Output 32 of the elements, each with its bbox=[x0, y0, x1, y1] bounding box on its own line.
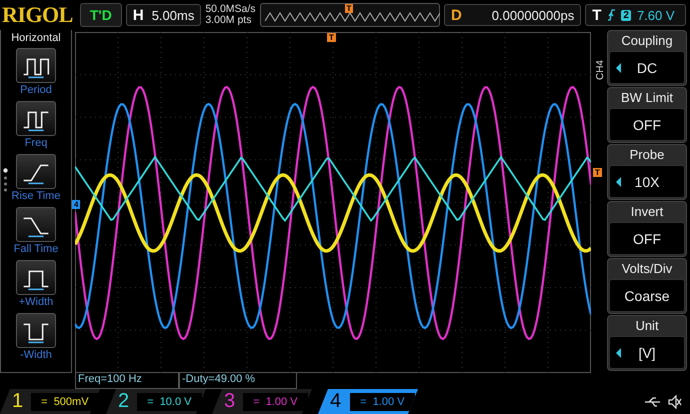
trigger-position-marker: T bbox=[327, 33, 336, 42]
brand-logo: RIGOL bbox=[2, 2, 73, 28]
usb-icon bbox=[644, 396, 662, 406]
trigger-position-marker: T bbox=[344, 4, 354, 13]
channel-offset-marker: 4 bbox=[72, 200, 80, 209]
selector-arrow-icon bbox=[616, 177, 621, 187]
channel-button[interactable]: 3 = 1.00 V bbox=[212, 389, 312, 414]
trigger-panel: T 2 7.60 V bbox=[585, 4, 686, 26]
page-dots-icon bbox=[3, 168, 8, 192]
speaker-muted-icon bbox=[668, 394, 682, 408]
menu-softkey[interactable]: Unit [V] bbox=[607, 315, 687, 371]
channel-button[interactable]: 1 = 500mV bbox=[0, 389, 100, 414]
timebase-panel: H 5.00ms bbox=[126, 4, 202, 26]
menu-softkey[interactable]: Invert OFF bbox=[607, 201, 687, 257]
menu-softkey[interactable]: Volts/Div Coarse bbox=[607, 258, 687, 314]
menu-softkey[interactable]: Probe 10X bbox=[607, 144, 687, 200]
memory-depth: 3.00M pts bbox=[205, 15, 252, 26]
channel-button[interactable]: 2 = 10.0 V bbox=[106, 389, 206, 414]
selector-arrow-icon bbox=[616, 63, 621, 73]
delay-panel: D 0.00000000ps bbox=[444, 4, 582, 26]
menu-softkey[interactable]: Coupling DC bbox=[607, 30, 687, 86]
menu-title: Horizontal bbox=[11, 31, 61, 46]
sample-rate: 50.0MSa/s bbox=[205, 4, 256, 15]
memory-waveform-icon bbox=[264, 12, 440, 22]
trigger-source: 2 bbox=[621, 10, 631, 20]
menu-softkey[interactable]: BW Limit OFF bbox=[607, 87, 687, 143]
channel-label: CH4 bbox=[594, 60, 606, 80]
selector-arrow-icon bbox=[616, 348, 621, 358]
run-status: T'D bbox=[80, 3, 122, 27]
trigger-level-marker: T bbox=[593, 168, 602, 177]
rising-edge-icon bbox=[607, 9, 616, 21]
channel-button[interactable]: 4 = 1.00 V bbox=[318, 389, 418, 414]
